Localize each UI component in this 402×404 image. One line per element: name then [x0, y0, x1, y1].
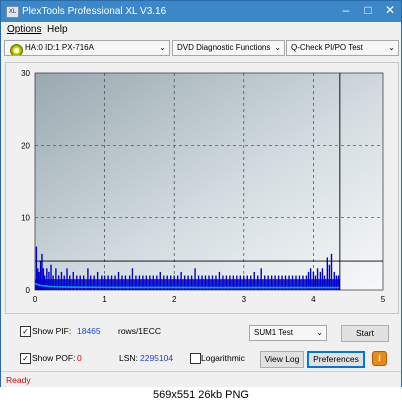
x-tick-label: 5 [381, 295, 386, 304]
start-button[interactable]: Start [341, 325, 389, 342]
x-tick-label: 0 [33, 295, 38, 304]
view-log-button[interactable]: View Log [260, 351, 304, 368]
maximize-icon[interactable]: □ [357, 1, 379, 21]
chart-panel: 0 10 20 30 0 1 2 3 4 5 [5, 62, 399, 314]
y-axis-ticks: 0 10 20 30 [21, 69, 30, 295]
x-tick-label: 2 [172, 295, 177, 304]
show-pif-label: Show PIF: [32, 326, 72, 336]
app-window: XL PlexTools Professional XL V3.16 – □ ✕… [0, 0, 402, 388]
logarithmic-checkbox[interactable] [190, 353, 201, 364]
function-select[interactable]: DVD Diagnostic Functions ⌄ [172, 40, 285, 56]
x-tick-label: 4 [311, 295, 316, 304]
rows-label: rows/1ECC [118, 326, 161, 336]
pof-value: 0 [77, 353, 82, 363]
close-icon[interactable]: ✕ [379, 1, 401, 21]
show-pif-checkbox[interactable]: ✓ [20, 326, 31, 337]
mode-select-value: SUM1 Test [254, 328, 293, 337]
drive-select-value: HA:0 ID:1 PX-716A [25, 43, 94, 52]
lsn-label: LSN: [119, 353, 138, 363]
lsn-value: 2295104 [140, 353, 174, 363]
window-title: PlexTools Professional XL V3.16 [22, 6, 167, 17]
mode-select[interactable]: SUM1 Test ⌄ [249, 325, 327, 341]
minimize-icon[interactable]: – [335, 1, 357, 21]
pif-value: 18465 [77, 326, 101, 336]
test-select[interactable]: Q-Check PI/PO Test ⌄ [286, 40, 399, 56]
pi-dense-band [35, 279, 340, 290]
status-text: Ready [6, 375, 31, 385]
preferences-button[interactable]: Preferences [307, 351, 365, 368]
chevron-down-icon: ⌄ [159, 43, 166, 52]
menu-bar: Options Help [1, 22, 401, 38]
menu-help[interactable]: Help [47, 24, 68, 35]
x-axis-ticks: 0 1 2 3 4 5 [33, 295, 386, 304]
image-caption: 569x551 26kb PNG [0, 387, 402, 404]
drive-select[interactable]: HA:0 ID:1 PX-716A ⌄ [4, 40, 170, 56]
pi-po-chart: 0 10 20 30 0 1 2 3 4 5 [21, 69, 386, 304]
toolbar: HA:0 ID:1 PX-716A ⌄ DVD Diagnostic Funct… [1, 38, 401, 58]
x-tick-label: 1 [102, 295, 107, 304]
chevron-down-icon: ⌄ [274, 43, 281, 52]
show-pof-label: Show POF: [32, 353, 76, 363]
y-tick-label: 10 [21, 214, 30, 223]
show-pof-checkbox[interactable]: ✓ [20, 353, 31, 364]
disc-icon [10, 44, 23, 55]
chevron-down-icon: ⌄ [388, 43, 395, 52]
function-select-value: DVD Diagnostic Functions [177, 43, 271, 52]
title-bar[interactable]: XL PlexTools Professional XL V3.16 – □ ✕ [1, 1, 401, 22]
chevron-down-icon: ⌄ [316, 328, 323, 337]
test-select-value: Q-Check PI/PO Test [291, 43, 363, 52]
menu-options[interactable]: Options [7, 24, 41, 35]
logarithmic-label: Logarithmic [201, 353, 245, 363]
x-tick-label: 3 [242, 295, 247, 304]
app-icon: XL [6, 6, 19, 18]
y-tick-label: 30 [21, 69, 30, 78]
y-tick-label: 20 [21, 141, 30, 150]
status-bar: Ready [1, 371, 401, 387]
y-tick-label: 0 [26, 286, 31, 295]
info-icon[interactable]: i [372, 351, 387, 366]
